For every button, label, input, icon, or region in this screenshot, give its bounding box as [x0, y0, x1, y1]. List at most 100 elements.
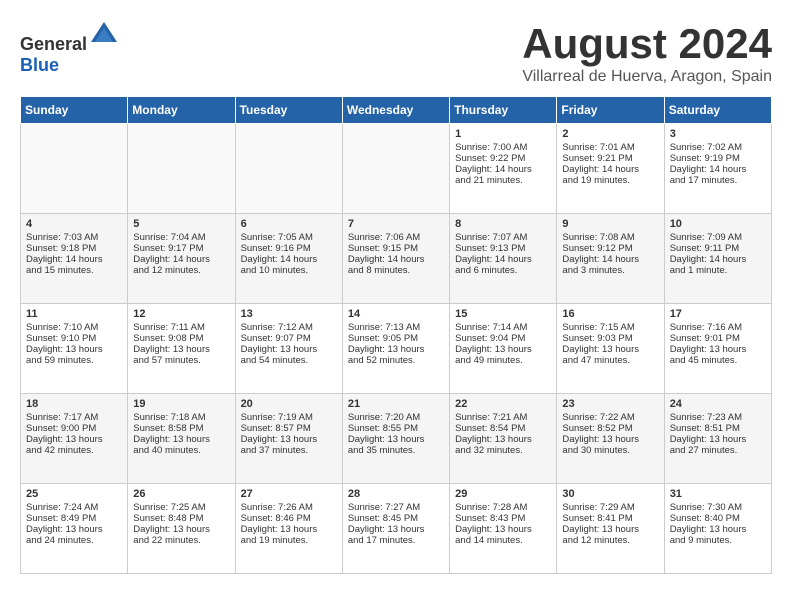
day-header-saturday: Saturday	[664, 97, 771, 124]
cell-content-line: Sunrise: 7:22 AM	[562, 412, 658, 423]
calendar-cell: 6Sunrise: 7:05 AMSunset: 9:16 PMDaylight…	[235, 214, 342, 304]
cell-content-line: Sunrise: 7:00 AM	[455, 142, 551, 153]
calendar-cell: 13Sunrise: 7:12 AMSunset: 9:07 PMDayligh…	[235, 304, 342, 394]
calendar-cell	[235, 124, 342, 214]
cell-content-line: Sunset: 9:21 PM	[562, 153, 658, 164]
calendar-cell: 23Sunrise: 7:22 AMSunset: 8:52 PMDayligh…	[557, 394, 664, 484]
logo-blue: Blue	[20, 55, 59, 75]
cell-content-line: Sunrise: 7:13 AM	[348, 322, 444, 333]
cell-content-line: and 9 minutes.	[670, 535, 766, 546]
cell-content-line: and 17 minutes.	[670, 175, 766, 186]
cell-content-line: Daylight: 13 hours	[562, 524, 658, 535]
cell-content-line: Sunset: 8:57 PM	[241, 423, 337, 434]
cell-content-line: Sunrise: 7:29 AM	[562, 502, 658, 513]
calendar-week-2: 4Sunrise: 7:03 AMSunset: 9:18 PMDaylight…	[21, 214, 772, 304]
day-number: 17	[670, 308, 766, 320]
cell-content-line: Sunset: 9:05 PM	[348, 333, 444, 344]
cell-content-line: Daylight: 13 hours	[455, 344, 551, 355]
cell-content-line: and 22 minutes.	[133, 535, 229, 546]
day-number: 23	[562, 398, 658, 410]
cell-content-line: Sunrise: 7:03 AM	[26, 232, 122, 243]
cell-content-line: Sunset: 8:55 PM	[348, 423, 444, 434]
calendar-cell: 11Sunrise: 7:10 AMSunset: 9:10 PMDayligh…	[21, 304, 128, 394]
day-header-thursday: Thursday	[450, 97, 557, 124]
cell-content-line: Sunset: 9:22 PM	[455, 153, 551, 164]
cell-content-line: Sunrise: 7:04 AM	[133, 232, 229, 243]
day-number: 5	[133, 218, 229, 230]
calendar-cell: 1 Sunrise: 7:00 AMSunset: 9:22 PMDaylight…	[450, 124, 557, 214]
day-number: 22	[455, 398, 551, 410]
calendar-subtitle: Villarreal de Huerva, Aragon, Spain	[522, 68, 772, 86]
cell-content-line: and 57 minutes.	[133, 355, 229, 366]
day-number: 26	[133, 488, 229, 500]
calendar-cell: 20Sunrise: 7:19 AMSunset: 8:57 PMDayligh…	[235, 394, 342, 484]
calendar-cell	[21, 124, 128, 214]
cell-content-line: Sunrise: 7:07 AM	[455, 232, 551, 243]
day-number: 13	[241, 308, 337, 320]
cell-content-line: Sunset: 9:11 PM	[670, 243, 766, 254]
cell-content-line: and 52 minutes.	[348, 355, 444, 366]
cell-content-line: Sunrise: 7:06 AM	[348, 232, 444, 243]
cell-content-line: Daylight: 14 hours	[455, 164, 551, 175]
calendar-cell: 8 Sunrise: 7:07 AMSunset: 9:13 PMDaylight…	[450, 214, 557, 304]
cell-content-line: Daylight: 13 hours	[348, 434, 444, 445]
calendar-cell	[342, 124, 449, 214]
cell-content-line: and 49 minutes.	[455, 355, 551, 366]
day-number: 25	[26, 488, 122, 500]
cell-content-line: Sunset: 8:46 PM	[241, 513, 337, 524]
calendar-cell: 25Sunrise: 7:24 AMSunset: 8:49 PMDayligh…	[21, 484, 128, 574]
cell-content-line: and 19 minutes.	[562, 175, 658, 186]
cell-content-line: Daylight: 13 hours	[670, 434, 766, 445]
day-number: 19	[133, 398, 229, 410]
cell-content-line: Sunrise: 7:21 AM	[455, 412, 551, 423]
cell-content-line: Sunset: 8:40 PM	[670, 513, 766, 524]
cell-content-line: Daylight: 13 hours	[348, 344, 444, 355]
cell-content-line: and 54 minutes.	[241, 355, 337, 366]
day-number: 14	[348, 308, 444, 320]
cell-content-line: Sunrise: 7:10 AM	[26, 322, 122, 333]
cell-content-line: Daylight: 14 hours	[455, 254, 551, 265]
logo: General Blue	[20, 20, 119, 76]
cell-content-line: Sunrise: 7:02 AM	[670, 142, 766, 153]
cell-content-line: Sunrise: 7:01 AM	[562, 142, 658, 153]
day-number: 24	[670, 398, 766, 410]
cell-content-line: and 3 minutes.	[562, 265, 658, 276]
cell-content-line: Sunrise: 7:23 AM	[670, 412, 766, 423]
calendar-week-3: 11Sunrise: 7:10 AMSunset: 9:10 PMDayligh…	[21, 304, 772, 394]
cell-content-line: Daylight: 14 hours	[241, 254, 337, 265]
calendar-week-5: 25Sunrise: 7:24 AMSunset: 8:49 PMDayligh…	[21, 484, 772, 574]
cell-content-line: Daylight: 14 hours	[26, 254, 122, 265]
calendar-cell: 7Sunrise: 7:06 AMSunset: 9:15 PMDaylight…	[342, 214, 449, 304]
day-number: 29	[455, 488, 551, 500]
cell-content-line: Sunset: 8:43 PM	[455, 513, 551, 524]
calendar-cell: 18Sunrise: 7:17 AMSunset: 9:00 PMDayligh…	[21, 394, 128, 484]
cell-content-line: Sunset: 9:13 PM	[455, 243, 551, 254]
cell-content-line: Sunrise: 7:05 AM	[241, 232, 337, 243]
cell-content-line: and 45 minutes.	[670, 355, 766, 366]
cell-content-line: Daylight: 13 hours	[562, 344, 658, 355]
calendar-cell	[128, 124, 235, 214]
cell-content-line: Sunrise: 7:27 AM	[348, 502, 444, 513]
day-number: 1	[455, 128, 551, 140]
cell-content-line: Daylight: 13 hours	[455, 524, 551, 535]
cell-content-line: Sunset: 8:45 PM	[348, 513, 444, 524]
day-header-tuesday: Tuesday	[235, 97, 342, 124]
day-number: 10	[670, 218, 766, 230]
day-number: 30	[562, 488, 658, 500]
day-number: 18	[26, 398, 122, 410]
cell-content-line: Sunrise: 7:18 AM	[133, 412, 229, 423]
cell-content-line: Sunset: 8:48 PM	[133, 513, 229, 524]
cell-content-line: and 10 minutes.	[241, 265, 337, 276]
cell-content-line: Daylight: 13 hours	[26, 434, 122, 445]
cell-content-line: Sunrise: 7:11 AM	[133, 322, 229, 333]
calendar-cell: 5Sunrise: 7:04 AMSunset: 9:17 PMDaylight…	[128, 214, 235, 304]
cell-content-line: Sunset: 9:08 PM	[133, 333, 229, 344]
day-number: 8	[455, 218, 551, 230]
cell-content-line: Sunrise: 7:17 AM	[26, 412, 122, 423]
cell-content-line: and 21 minutes.	[455, 175, 551, 186]
cell-content-line: and 59 minutes.	[26, 355, 122, 366]
cell-content-line: Daylight: 13 hours	[133, 524, 229, 535]
cell-content-line: Daylight: 13 hours	[241, 434, 337, 445]
page-header: General Blue August 2024 Villarreal de H…	[20, 20, 772, 86]
calendar-cell: 17Sunrise: 7:16 AMSunset: 9:01 PMDayligh…	[664, 304, 771, 394]
